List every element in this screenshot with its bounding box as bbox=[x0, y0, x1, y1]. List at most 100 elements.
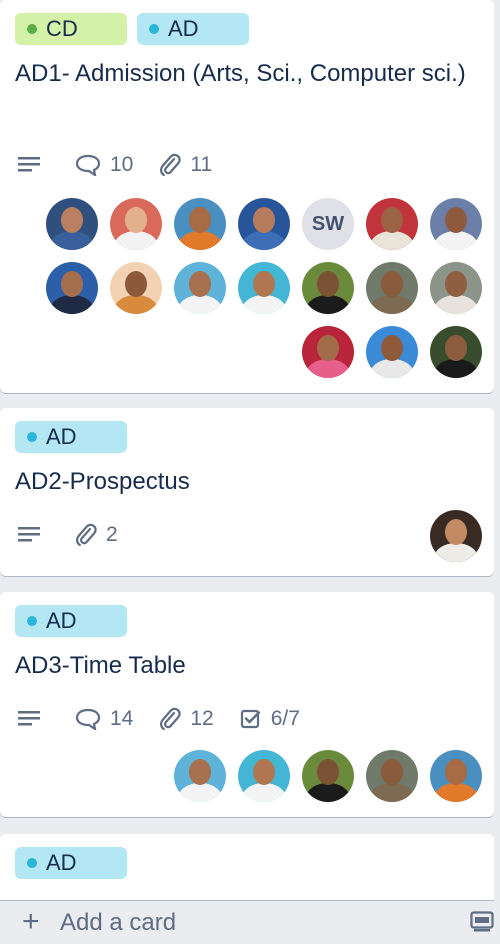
label-dot bbox=[27, 616, 37, 626]
label-dot bbox=[27, 858, 37, 868]
avatar-shoulders bbox=[242, 295, 286, 314]
avatar-shoulders bbox=[370, 295, 414, 314]
member-avatar[interactable] bbox=[366, 750, 418, 802]
checklist-icon bbox=[240, 709, 260, 729]
label-cd[interactable]: CD bbox=[15, 13, 127, 45]
card-title: AD1- Admission (Arts, Sci., Computer sci… bbox=[15, 60, 466, 87]
attachments-count: 11 bbox=[190, 153, 213, 176]
comments-badge: 14 bbox=[75, 707, 133, 731]
avatar-face bbox=[381, 207, 403, 233]
avatar-shoulders bbox=[242, 783, 286, 802]
paperclip-icon bbox=[160, 153, 182, 177]
avatar-face bbox=[125, 271, 147, 297]
card-labels: AD bbox=[15, 421, 127, 453]
description-badge bbox=[18, 710, 49, 728]
avatar-shoulders bbox=[434, 543, 478, 562]
member-avatar[interactable] bbox=[430, 326, 482, 378]
avatar-shoulders bbox=[370, 359, 414, 378]
avatar-face bbox=[381, 271, 403, 297]
label-text: CD bbox=[46, 16, 78, 41]
avatar-shoulders bbox=[178, 295, 222, 314]
paperclip-icon bbox=[160, 707, 182, 731]
avatar-face bbox=[189, 207, 211, 233]
avatar-shoulders bbox=[434, 783, 478, 802]
avatar-shoulders bbox=[242, 231, 286, 250]
attachments-count: 2 bbox=[106, 523, 118, 546]
avatar-shoulders bbox=[50, 231, 94, 250]
card-ad2-prospectus[interactable]: AD AD2-Prospectus 2 bbox=[0, 408, 494, 576]
member-avatar[interactable]: SW bbox=[302, 198, 354, 250]
member-avatar[interactable] bbox=[430, 262, 482, 314]
card-labels: AD bbox=[15, 605, 127, 637]
member-avatar[interactable] bbox=[46, 198, 98, 250]
avatar-face bbox=[253, 271, 275, 297]
avatar-shoulders bbox=[370, 231, 414, 250]
member-avatar[interactable] bbox=[174, 262, 226, 314]
member-avatar[interactable] bbox=[238, 198, 290, 250]
avatar-face bbox=[445, 271, 467, 297]
avatar-face bbox=[317, 759, 339, 785]
card-badges: 10 11 bbox=[18, 150, 238, 180]
member-avatar[interactable] bbox=[430, 750, 482, 802]
description-icon bbox=[18, 157, 40, 172]
avatar-face bbox=[253, 207, 275, 233]
card-title: AD3-Time Table bbox=[15, 652, 186, 679]
label-dot bbox=[149, 24, 159, 34]
attachments-badge: 2 bbox=[75, 523, 118, 547]
comments-count: 14 bbox=[110, 707, 134, 730]
avatar-face bbox=[189, 271, 211, 297]
comment-icon bbox=[75, 708, 101, 730]
avatar-shoulders bbox=[114, 295, 158, 314]
label-ad[interactable]: AD bbox=[15, 421, 127, 453]
add-card-button[interactable]: + Add a card bbox=[0, 900, 500, 944]
card-template-icon[interactable] bbox=[470, 911, 494, 938]
description-badge bbox=[18, 526, 49, 544]
checklist-badge: 6/7 bbox=[240, 707, 300, 731]
card-ad4[interactable]: AD bbox=[0, 834, 494, 900]
paperclip-icon bbox=[76, 523, 97, 547]
label-ad[interactable]: AD bbox=[137, 13, 249, 45]
member-avatar[interactable] bbox=[302, 326, 354, 378]
member-avatar[interactable] bbox=[366, 326, 418, 378]
card-ad1-admission[interactable]: CD AD AD1- Admission (Arts, Sci., Comput… bbox=[0, 0, 494, 393]
member-avatar[interactable] bbox=[430, 510, 482, 562]
member-avatar[interactable] bbox=[46, 262, 98, 314]
member-avatar[interactable] bbox=[110, 198, 162, 250]
avatar-face bbox=[189, 759, 211, 785]
description-badge bbox=[18, 156, 49, 174]
label-ad[interactable]: AD bbox=[15, 605, 127, 637]
attachments-badge: 11 bbox=[159, 153, 212, 177]
avatar-face bbox=[445, 519, 467, 545]
member-avatar[interactable] bbox=[238, 750, 290, 802]
avatar-face bbox=[125, 207, 147, 233]
member-avatar[interactable] bbox=[366, 262, 418, 314]
member-avatar[interactable] bbox=[110, 262, 162, 314]
label-text: AD bbox=[168, 16, 199, 41]
label-text: AD bbox=[46, 608, 77, 633]
member-avatar[interactable] bbox=[302, 750, 354, 802]
avatar-face bbox=[253, 759, 275, 785]
comments-badge: 10 bbox=[75, 153, 133, 177]
avatar-face bbox=[445, 759, 467, 785]
avatar-shoulders bbox=[50, 295, 94, 314]
avatar-shoulders bbox=[114, 231, 158, 250]
avatar-face bbox=[61, 271, 83, 297]
comment-icon bbox=[75, 154, 101, 176]
member-avatar[interactable] bbox=[366, 198, 418, 250]
member-avatar[interactable] bbox=[174, 198, 226, 250]
avatar-face bbox=[381, 335, 403, 361]
member-avatar[interactable] bbox=[430, 198, 482, 250]
card-labels: CD AD bbox=[15, 13, 249, 45]
label-ad[interactable]: AD bbox=[15, 847, 127, 879]
add-card-label: Add a card bbox=[60, 909, 177, 936]
avatar-shoulders bbox=[434, 359, 478, 378]
label-dot bbox=[27, 432, 37, 442]
card-ad3-time-table[interactable]: AD AD3-Time Table 14 12 6/7 bbox=[0, 592, 494, 817]
member-avatar[interactable] bbox=[174, 750, 226, 802]
card-badges: 2 bbox=[18, 520, 144, 550]
member-avatar[interactable] bbox=[302, 262, 354, 314]
avatar-shoulders bbox=[370, 783, 414, 802]
avatar-shoulders bbox=[434, 295, 478, 314]
member-avatar[interactable] bbox=[238, 262, 290, 314]
label-text: AD bbox=[46, 850, 77, 875]
